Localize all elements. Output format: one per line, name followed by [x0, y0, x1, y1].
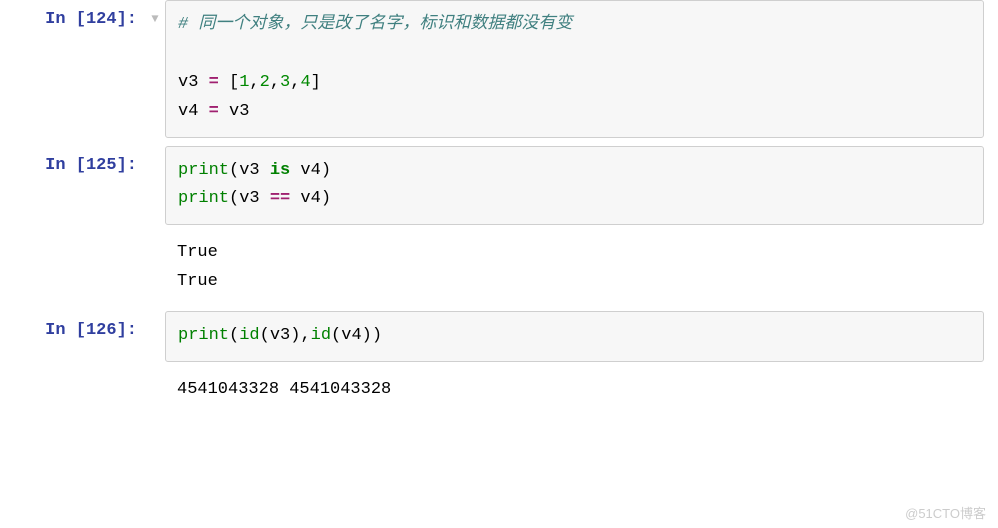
var-v4: v4 — [290, 189, 321, 208]
paren-close: ) — [321, 189, 331, 208]
code-cell-125: In [125]: print(v3 is v4) print(v3 == v4… — [0, 146, 998, 226]
input-prompt-124: In [124]: — [0, 0, 145, 29]
num-1: 1 — [239, 73, 249, 92]
var-v3: v3 — [270, 326, 290, 345]
var-v4: v4 — [290, 161, 321, 180]
input-prompt-126: In [126]: — [0, 311, 145, 340]
num-4: 4 — [300, 73, 310, 92]
output-cell-126: 4541043328 4541043328 — [0, 370, 998, 411]
code-cell-124: In [124]: ▼ # 同一个对象，只是改了名字，标识和数据都没有变 v3 … — [0, 0, 998, 138]
paren-open: ( — [229, 326, 239, 345]
code-input-126[interactable]: print(id(v3),id(v4)) — [165, 311, 984, 362]
comma: , — [290, 73, 300, 92]
builtin-id: id — [311, 326, 331, 345]
output-prompt-125 — [0, 233, 145, 243]
eq-op: == — [270, 189, 290, 208]
output-text-126: 4541043328 4541043328 — [165, 370, 984, 411]
num-2: 2 — [260, 73, 270, 92]
cell-collapser-spacer — [145, 311, 165, 323]
cell-collapser-spacer — [145, 370, 165, 382]
comment-text: # 同一个对象，只是改了名字，标识和数据都没有变 — [178, 15, 572, 34]
builtin-id: id — [239, 326, 259, 345]
paren-close: ) — [372, 326, 382, 345]
cell-collapser-spacer — [145, 233, 165, 245]
builtin-print: print — [178, 161, 229, 180]
paren-open: ( — [229, 189, 239, 208]
num-3: 3 — [280, 73, 290, 92]
input-prompt-125: In [125]: — [0, 146, 145, 175]
keyword-is: is — [270, 161, 290, 180]
output-cell-125: True True — [0, 233, 998, 303]
code-cell-126: In [126]: print(id(v3),id(v4)) — [0, 311, 998, 362]
paren-open: ( — [260, 326, 270, 345]
comma: , — [300, 326, 310, 345]
var-v3: v3 — [178, 73, 209, 92]
bracket-open: [ — [219, 73, 239, 92]
paren-open: ( — [331, 326, 341, 345]
comma: , — [249, 73, 259, 92]
cell-collapser-spacer — [145, 146, 165, 158]
cell-collapser[interactable]: ▼ — [145, 0, 165, 26]
builtin-print: print — [178, 326, 229, 345]
paren-open: ( — [229, 161, 239, 180]
var-v3: v3 — [239, 189, 270, 208]
var-v3-ref: v3 — [219, 102, 250, 121]
watermark-text: @51CTO博客 — [905, 503, 986, 522]
assign-op: = — [209, 102, 219, 121]
paren-close: ) — [321, 161, 331, 180]
var-v3: v3 — [239, 161, 270, 180]
assign-op: = — [209, 73, 219, 92]
var-v4: v4 — [341, 326, 361, 345]
output-text-125: True True — [165, 233, 984, 303]
paren-close: ) — [290, 326, 300, 345]
var-v4: v4 — [178, 102, 209, 121]
code-input-124[interactable]: # 同一个对象，只是改了名字，标识和数据都没有变 v3 = [1,2,3,4] … — [165, 0, 984, 138]
paren-close: ) — [362, 326, 372, 345]
comma: , — [270, 73, 280, 92]
bracket-close: ] — [311, 73, 321, 92]
code-input-125[interactable]: print(v3 is v4) print(v3 == v4) — [165, 146, 984, 226]
builtin-print: print — [178, 189, 229, 208]
output-prompt-126 — [0, 370, 145, 380]
